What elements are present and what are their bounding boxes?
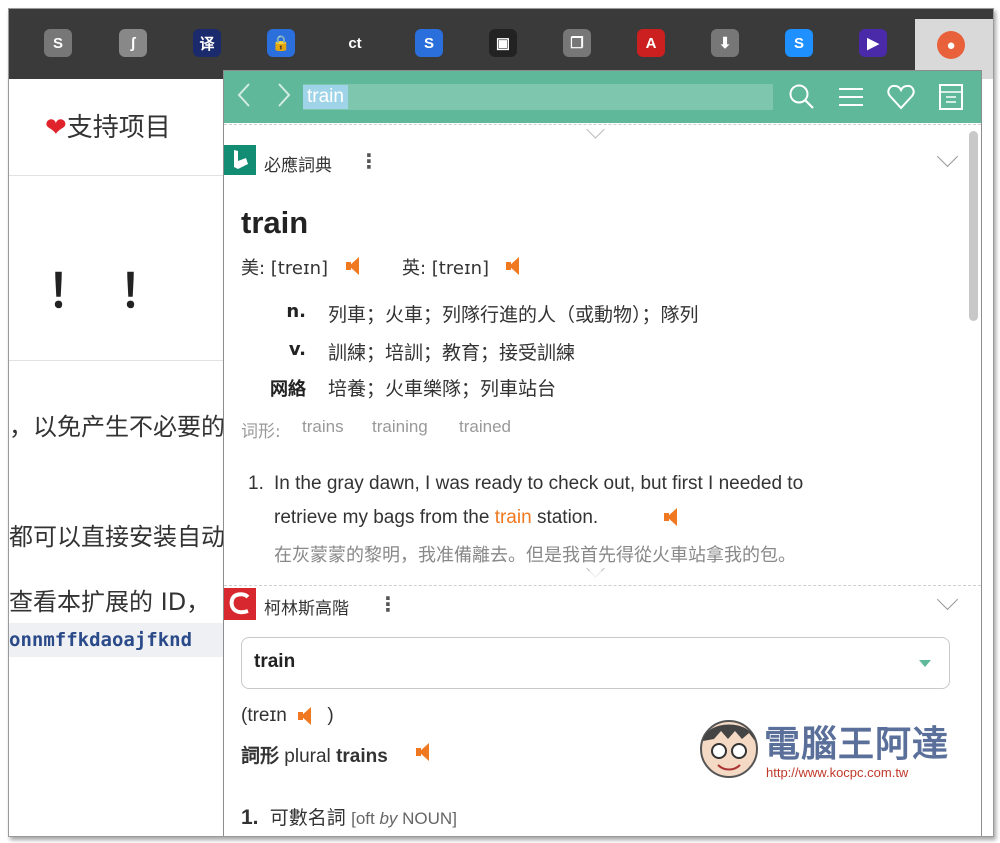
collins-word-forms: 詞形 plural trains [241, 741, 388, 768]
select-value: train [254, 651, 296, 672]
watermark-url: http://www.kocpc.com.tw [766, 765, 909, 780]
search-input[interactable]: train [303, 84, 773, 110]
sense-tag-post: NOUN] [397, 809, 457, 828]
password-lock-extension-icon[interactable]: 🔒 [267, 29, 295, 57]
word-form-link[interactable]: training [372, 417, 428, 437]
scrollbar-thumb[interactable] [969, 131, 978, 321]
headword: train [241, 205, 309, 240]
dictionary-popup: train 必應詞典 ⋮ train 美: [treɪn] 英: [treɪn]… [223, 70, 982, 836]
fade-overlay [224, 571, 981, 583]
s-extension-icon[interactable]: S [415, 29, 443, 57]
divider [9, 360, 224, 361]
popup-header: train [224, 71, 981, 123]
sense-text: 可數名詞 [269, 808, 346, 829]
def-pos: v. [288, 339, 306, 360]
more-options-icon[interactable]: ⋮ [378, 592, 398, 616]
extension-id-code: onnmffkdaoajfknd [9, 623, 224, 657]
download-extension-icon[interactable]: ⬇ [711, 29, 739, 57]
plural-speaker-icon[interactable] [416, 743, 430, 761]
example-number: 1. [248, 473, 264, 494]
bing-logo-icon [224, 145, 256, 175]
simplenote-extension-icon[interactable]: S [44, 29, 72, 57]
example-highlight: train [494, 507, 532, 528]
pron-close: ) [327, 705, 334, 726]
example-text: retrieve my bags from the [274, 507, 495, 528]
sense-tag: [oft by NOUN] [351, 809, 457, 828]
browser-toolbar: Sʃ 译 🔒 ct S ▣ ❐ A ⬇ S ▶ ● [9, 9, 993, 79]
body-text-line: 查看本扩展的 ID， [9, 588, 211, 616]
collins-entry-select[interactable]: train [241, 637, 950, 689]
pron-text: (treɪn [241, 705, 287, 726]
play-extension-icon[interactable]: ▶ [859, 29, 887, 57]
menu-icon[interactable] [836, 82, 866, 112]
bing-dict-header[interactable]: 必應詞典 ⋮ [224, 143, 981, 179]
more-options-icon[interactable]: ⋮ [359, 149, 379, 173]
example-chinese: 在灰蒙蒙的黎明，我准備離去。但是我首先得從火車站拿我的包。 [274, 545, 796, 566]
back-arrow-icon[interactable] [236, 81, 252, 117]
support-label: 支持项目 [66, 113, 171, 143]
exclaim-heading: ！！ [47, 264, 191, 318]
mascot-face-icon [700, 720, 758, 778]
sense-tag-em: by [379, 809, 398, 828]
saladict-extension-icon[interactable]: ● [937, 31, 965, 59]
uk-speaker-icon[interactable] [506, 257, 520, 275]
ct-extension-icon[interactable]: ct [341, 29, 369, 57]
wordbook-icon[interactable] [936, 82, 966, 112]
translate-extension-icon[interactable]: 译 [193, 29, 221, 57]
screenshot-frame: Sʃ 译 🔒 ct S ▣ ❐ A ⬇ S ▶ ● ❤支持项目 ！！ ，以免产生不必要的 都可以直接安… [8, 8, 994, 837]
word-form-link[interactable]: trains [302, 417, 344, 437]
example-text: station. [531, 507, 599, 528]
heart-icon: ❤ [45, 113, 67, 143]
word-form-link[interactable]: trained [459, 417, 511, 437]
divider [9, 175, 224, 176]
def-pos: 网絡 [270, 379, 306, 400]
collins-dict-header[interactable]: 柯林斯高階 ⋮ [224, 586, 981, 622]
example-english-line: retrieve my bags from the train station. [274, 507, 598, 529]
search-icon[interactable] [787, 82, 817, 112]
sense-number: 1. [241, 806, 259, 829]
forward-arrow-icon[interactable] [276, 81, 292, 117]
body-text-line: ，以免产生不必要的 [9, 413, 225, 441]
forms-word: trains [336, 746, 388, 767]
image-extension-icon[interactable]: ▣ [489, 29, 517, 57]
scribe-extension-icon[interactable]: ʃ [119, 29, 147, 57]
uk-phonetic: 英: [treɪn] [402, 258, 490, 279]
pdf-extension-icon[interactable]: A [637, 29, 665, 57]
word-forms-label: 词形: [241, 422, 281, 442]
us-phonetic: 美: [treɪn] [241, 258, 329, 279]
def-text: 培養；火車樂隊；列車站台 [328, 378, 557, 400]
copy-extension-icon[interactable]: ❐ [563, 29, 591, 57]
chevron-down-icon[interactable] [936, 588, 959, 611]
body-text-line: 都可以直接安装自动 [9, 523, 225, 551]
example-english-line: In the gray dawn, I was ready to check o… [274, 473, 804, 494]
def-pos: n. [286, 301, 306, 322]
bing-dict-name: 必應詞典 [264, 156, 332, 176]
collins-pronunciation: (treɪn ) [241, 705, 334, 727]
forms-plural: plural [284, 746, 331, 767]
collins-speaker-icon[interactable] [298, 707, 312, 725]
chevron-down-icon[interactable] [936, 145, 959, 168]
shazam-extension-icon[interactable]: S [785, 29, 813, 57]
example-speaker-icon[interactable] [664, 508, 678, 526]
def-text: 訓練；培訓；教育；接受訓練 [328, 342, 576, 364]
search-input-value: train [303, 85, 348, 109]
watermark-logo: 電腦王阿達 http://www.kocpc.com.tw [694, 709, 974, 789]
favorite-heart-icon[interactable] [886, 82, 916, 112]
us-speaker-icon[interactable] [346, 257, 360, 275]
dashed-divider [224, 124, 981, 125]
watermark-brand: 電腦王阿達 [764, 724, 950, 765]
collins-sense: 1. 可數名詞 [oft by NOUN] [241, 803, 457, 830]
sense-tag-pre: [oft [351, 809, 380, 828]
forms-label: 詞形 [241, 746, 280, 767]
dropdown-caret-icon [919, 660, 931, 667]
def-text: 列車；火車；列隊行進的人（或動物）；隊列 [328, 304, 699, 326]
collins-logo-icon [224, 588, 256, 620]
collins-dict-name: 柯林斯高階 [264, 599, 349, 619]
support-project-link[interactable]: ❤支持项目 [45, 107, 171, 144]
